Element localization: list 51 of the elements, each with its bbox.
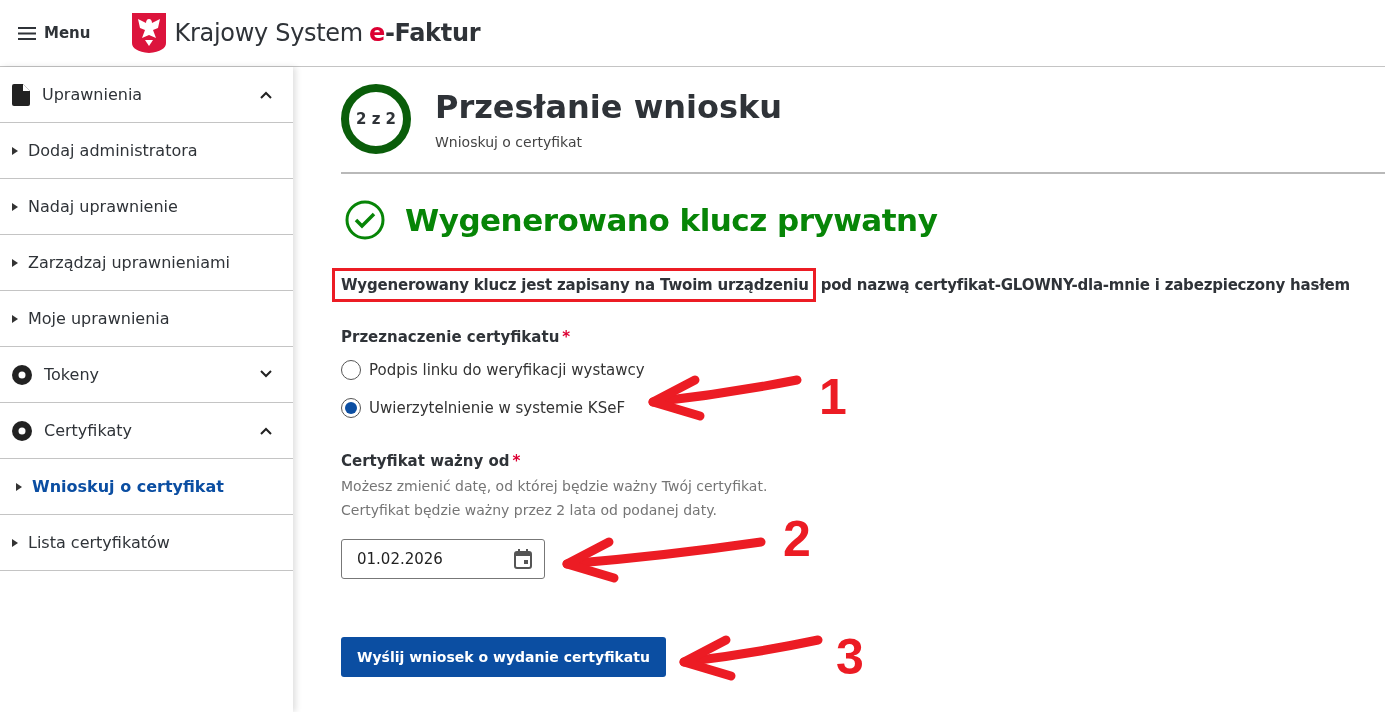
sidebar-item-label: Nadaj uprawnienie bbox=[28, 197, 178, 216]
sidebar-item-label: Lista certyfikatów bbox=[28, 533, 170, 552]
document-icon bbox=[12, 83, 30, 106]
menu-icon bbox=[18, 26, 36, 40]
sidebar-group-label: Uprawnienia bbox=[42, 85, 144, 104]
chevron-down-icon[interactable] bbox=[259, 370, 273, 379]
calendar-icon[interactable] bbox=[514, 549, 532, 569]
check-circle-icon bbox=[345, 200, 385, 240]
key-info-text: Wygenerowany klucz jest zapisany na Twoim urządzeniu pod nazwą certyfikat-GLOWNY-dla-mnie i zabezpieczony hasłem bbox=[332, 268, 1385, 302]
sidebar-item[interactable]: Nadaj uprawnienie bbox=[0, 179, 293, 235]
sidebar-item-label: Wnioskuj o certyfikat bbox=[32, 477, 224, 496]
sidebar-item-label: Zarządzaj uprawnieniami bbox=[28, 253, 231, 272]
step-title: Przesłanie wniosku bbox=[435, 88, 783, 126]
sidebar-group-label: Certyfikaty bbox=[44, 421, 133, 440]
bullet-icon bbox=[12, 258, 18, 267]
bullet-icon bbox=[16, 482, 22, 491]
field-label: Przeznaczenie certyfikatu * bbox=[341, 328, 572, 346]
annotation-number: 3 bbox=[835, 632, 864, 682]
annotation-number: 2 bbox=[783, 514, 811, 564]
date-field[interactable]: 01.02.2026 bbox=[341, 539, 545, 579]
radio-label: Uwierzytelnienie w systemie KSeF bbox=[369, 399, 626, 417]
sidebar-group[interactable]: Certyfikaty bbox=[0, 403, 293, 459]
chevron-up-icon[interactable] bbox=[259, 426, 273, 435]
sidebar-group[interactable]: Tokeny bbox=[0, 347, 293, 403]
menu-button[interactable]: Menu bbox=[18, 24, 91, 42]
radio-label: Podpis linku do weryfikacji wystawcy bbox=[369, 361, 645, 379]
bullet-icon bbox=[12, 146, 18, 155]
sidebar-item[interactable]: Dodaj administratora bbox=[0, 123, 293, 179]
sidebar-group[interactable]: Uprawnienia bbox=[0, 67, 293, 123]
annotation-number: 1 bbox=[819, 372, 847, 422]
submit-button[interactable]: Wyślij wniosek o wydanie certyfikatu bbox=[341, 637, 666, 677]
chevron-up-icon[interactable] bbox=[259, 90, 273, 99]
disc-icon bbox=[12, 364, 32, 385]
sidebar-item[interactable]: Moje uprawnienia bbox=[0, 291, 293, 347]
bullet-icon bbox=[12, 202, 18, 211]
sidebar-item[interactable]: Wnioskuj o certyfikat bbox=[0, 459, 293, 515]
bullet-icon bbox=[12, 538, 18, 547]
sidebar-item-label: Dodaj administratora bbox=[28, 141, 198, 160]
bullet-icon bbox=[12, 314, 18, 323]
disc-icon bbox=[12, 420, 32, 441]
sidebar-group-label: Tokeny bbox=[44, 365, 100, 384]
eagle-emblem-icon bbox=[132, 13, 167, 53]
field-label: Certyfikat ważny od * bbox=[341, 452, 522, 470]
sidebar-item[interactable]: Zarządzaj uprawnieniami bbox=[0, 235, 293, 291]
step-subtitle: Wnioskuj o certyfikat bbox=[435, 134, 583, 150]
step-ring: 2 z 2 bbox=[341, 84, 411, 154]
app-title: Krajowy System e-Faktur bbox=[174, 19, 481, 47]
sidebar-item[interactable]: Lista certyfikatów bbox=[0, 515, 293, 571]
success-title: Wygenerowano klucz prywatny bbox=[405, 202, 938, 238]
field-hint: Możesz zmienić datę, od której będzie ważny Twój certyfikat. Certyfikat będzie ważny przez 2 lata od podanej daty. bbox=[341, 477, 769, 520]
sidebar-item-label: Moje uprawnienia bbox=[28, 309, 170, 328]
